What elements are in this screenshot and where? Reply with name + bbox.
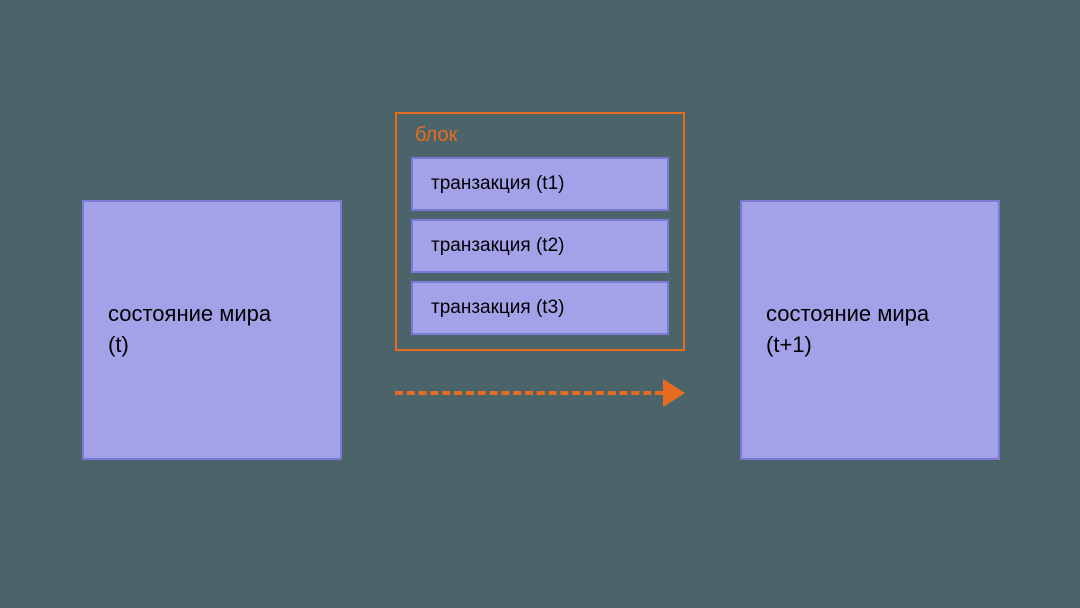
world-state-t-plus-1: состояние мира (t+1): [740, 200, 1000, 460]
world-state-t-label: состояние мира (t): [108, 299, 271, 361]
block-title: блок: [411, 124, 669, 147]
world-state-t: состояние мира (t): [82, 200, 342, 460]
arrow-head-icon: [663, 379, 685, 407]
arrow-line: [395, 391, 663, 395]
transaction-item: транзакция (t2): [411, 219, 669, 273]
block-container: блок транзакция (t1) транзакция (t2) тра…: [395, 112, 685, 351]
transition-arrow: [395, 376, 685, 412]
transaction-item: транзакция (t1): [411, 157, 669, 211]
world-state-t-plus-1-label: состояние мира (t+1): [766, 299, 929, 361]
transaction-item: транзакция (t3): [411, 281, 669, 335]
